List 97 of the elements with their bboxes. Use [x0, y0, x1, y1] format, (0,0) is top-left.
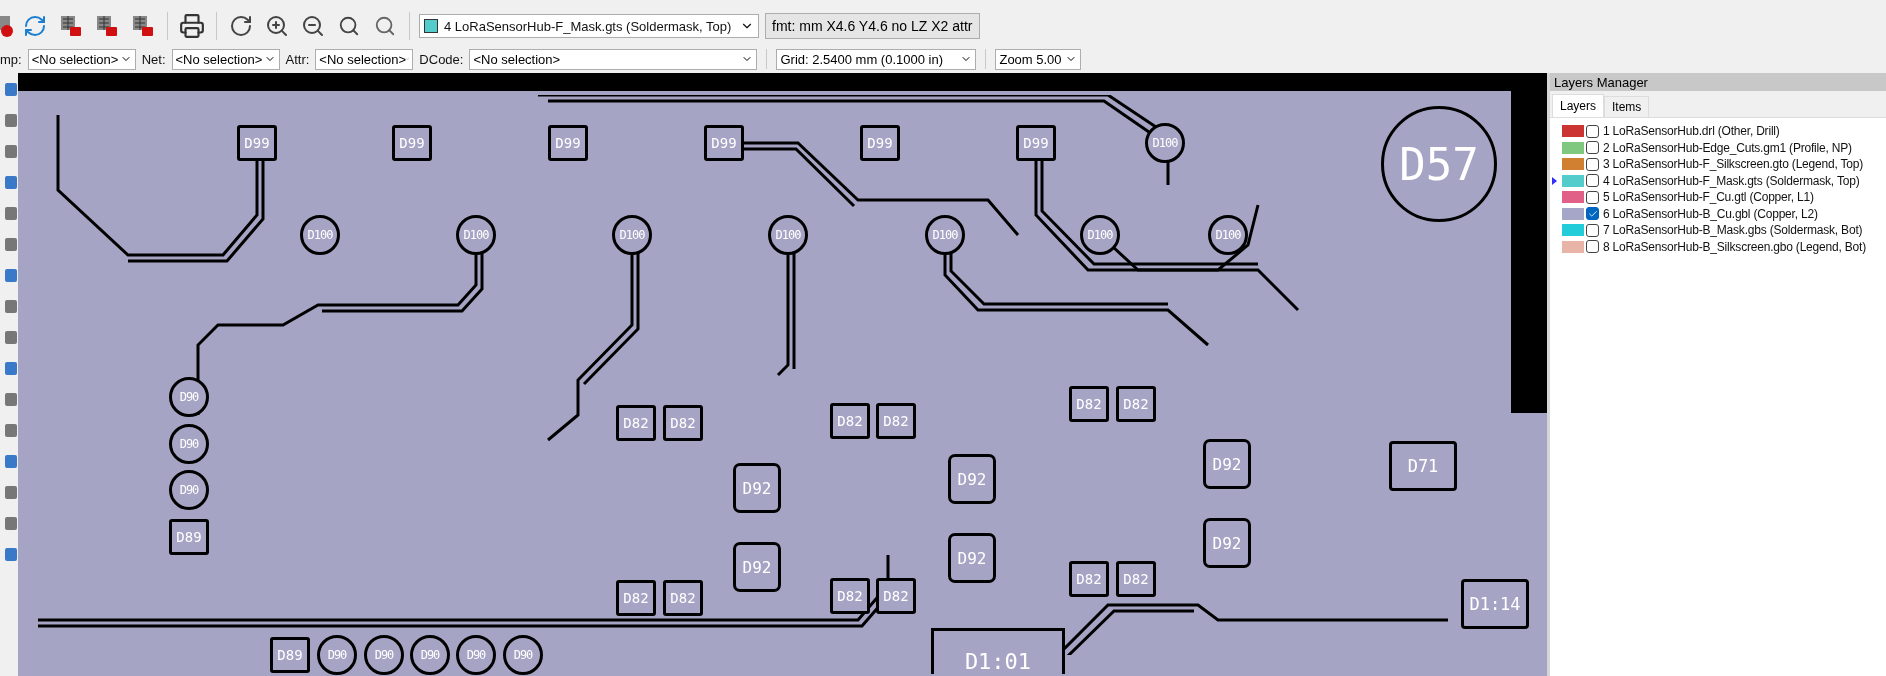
pad-label: D92 [733, 463, 781, 513]
pad-label: D90 [169, 470, 209, 510]
pad-label: D92 [1203, 518, 1251, 568]
panel-tab[interactable]: Items [1604, 96, 1650, 117]
pad-label: D99 [237, 125, 277, 161]
pad-label: D90 [456, 635, 496, 675]
pad-label: D82 [876, 403, 916, 439]
filter-select[interactable]: Zoom 5.00 [995, 48, 1082, 70]
layer-checkbox[interactable] [1586, 240, 1599, 254]
layer-name[interactable]: 1 LoRaSensorHub.drl (Other, Drill) [1603, 124, 1780, 139]
layer-color-swatch[interactable] [1562, 125, 1584, 138]
layer-name[interactable]: 5 LoRaSensorHub-F_Cu.gtl (Copper, L1) [1603, 190, 1814, 205]
zoom-fit-icon[interactable] [338, 15, 360, 37]
panel-tab[interactable]: Layers [1552, 94, 1605, 117]
pad-label: D100 [768, 215, 808, 255]
pad-label: D90 [410, 635, 450, 675]
pad-label: D82 [876, 578, 916, 614]
pad-label: D100 [1080, 215, 1120, 255]
panel-title: Layers Manager [1550, 73, 1886, 91]
filter-select[interactable]: <No selection> [315, 48, 414, 70]
open-drill-icon[interactable] [95, 14, 119, 38]
layer-checkbox[interactable] [1586, 124, 1599, 138]
layer-checkbox[interactable] [1586, 223, 1599, 237]
pad-label: D99 [1016, 125, 1056, 161]
filter-select[interactable]: <No selection> [171, 48, 280, 70]
layer-name[interactable]: 3 LoRaSensorHub-F_Silkscreen.gto (Legend, Top) [1603, 157, 1864, 172]
open-zip-icon[interactable] [131, 14, 155, 38]
pad-label: D90 [169, 424, 209, 464]
pad-label: D100 [1145, 123, 1185, 163]
pad-label: D82 [616, 580, 656, 616]
pad-label: D100 [300, 215, 340, 255]
pad-label: D89 [169, 519, 209, 555]
layer-checkbox[interactable] [1586, 207, 1599, 221]
layer-color-swatch[interactable] [1562, 207, 1584, 220]
pad-label: D82 [663, 405, 703, 441]
layer-checkbox[interactable] [1586, 174, 1599, 188]
filter-label: Attr: [285, 51, 310, 67]
pad-label: D100 [925, 215, 965, 255]
filter-select[interactable]: Grid: 2.5400 mm (0.1000 in) [776, 48, 977, 70]
reload-icon[interactable] [23, 14, 47, 38]
zoom-out-icon[interactable] [301, 14, 325, 38]
pad-label: D57 [1381, 106, 1497, 222]
pad-label: D90 [169, 377, 209, 417]
layer-checkbox[interactable] [1586, 141, 1599, 155]
pad-label: D89 [270, 637, 310, 673]
pad-label: D82 [616, 405, 656, 441]
filter-label: Net: [141, 51, 166, 67]
layer-name[interactable]: 2 LoRaSensorHub-Edge_Cuts.gm1 (Profile, NP) [1603, 140, 1852, 155]
pad-label: D1:01 [931, 628, 1065, 674]
layer-name[interactable]: 8 LoRaSensorHub-B_Silkscreen.gbo (Legend, Bot) [1603, 239, 1866, 254]
pad-label: D100 [1208, 215, 1248, 255]
pad-label: D71 [1389, 441, 1457, 491]
zoom-in-icon[interactable] [265, 14, 289, 38]
pad-label: D92 [948, 454, 996, 504]
layer-name[interactable]: 7 LoRaSensorHub-B_Mask.gbs (Soldermask, Bot) [1603, 223, 1863, 238]
pad-label: D99 [548, 125, 588, 161]
pad-label: D82 [1069, 561, 1109, 597]
pad-label: D82 [1116, 561, 1156, 597]
pad-label: D82 [1116, 386, 1156, 422]
print-icon[interactable] [179, 13, 205, 39]
layer-select[interactable]: 4 LoRaSensorHub-F_Mask.gts (Soldermask, Top) [419, 14, 759, 38]
pad-label: D100 [456, 215, 496, 255]
zoom-selection-icon[interactable] [374, 15, 396, 37]
layer-color-swatch[interactable] [1562, 224, 1584, 237]
filter-select[interactable]: <No selection> [469, 48, 758, 70]
check-icon [1587, 208, 1598, 219]
layer-color-swatch[interactable] [1562, 240, 1584, 253]
pad-label: D82 [830, 578, 870, 614]
layer-checkbox[interactable] [1586, 190, 1599, 204]
delete-layer-icon[interactable] [0, 14, 14, 38]
layer-name[interactable]: 6 LoRaSensorHub-B_Cu.gbl (Copper, L2) [1603, 206, 1818, 221]
open-gerber-icon[interactable] [59, 14, 83, 38]
layer-color-swatch[interactable] [1562, 174, 1584, 187]
filter-label: mp: [0, 51, 22, 67]
pad-label: D90 [317, 635, 357, 675]
pad-label: D100 [612, 215, 652, 255]
redraw-icon[interactable] [229, 14, 253, 38]
pad-label: D82 [663, 580, 703, 616]
pad-label: D99 [704, 125, 744, 161]
pad-label: D90 [364, 635, 404, 675]
pad-label: D92 [733, 542, 781, 592]
pad-label: D90 [503, 635, 543, 675]
layer-checkbox[interactable] [1586, 157, 1599, 171]
pad-label: D82 [1069, 386, 1109, 422]
layer-color-swatch[interactable] [1562, 191, 1584, 204]
layer-color-swatch[interactable] [1562, 141, 1584, 154]
filter-label: DCode: [419, 51, 464, 67]
pad-label: D99 [392, 125, 432, 161]
format-button[interactable]: fmt: mm X4.6 Y4.6 no LZ X2 attr [765, 13, 980, 39]
pad-label: D92 [948, 533, 996, 583]
pad-label: D82 [830, 403, 870, 439]
pad-label: D92 [1203, 439, 1251, 489]
layer-color-swatch[interactable] [1562, 158, 1584, 171]
pad-label: D1:14 [1461, 579, 1529, 629]
pad-label: D99 [860, 125, 900, 161]
layer-name[interactable]: 4 LoRaSensorHub-F_Mask.gts (Soldermask, Top) [1603, 173, 1860, 188]
filter-select[interactable]: <No selection> [27, 48, 136, 70]
